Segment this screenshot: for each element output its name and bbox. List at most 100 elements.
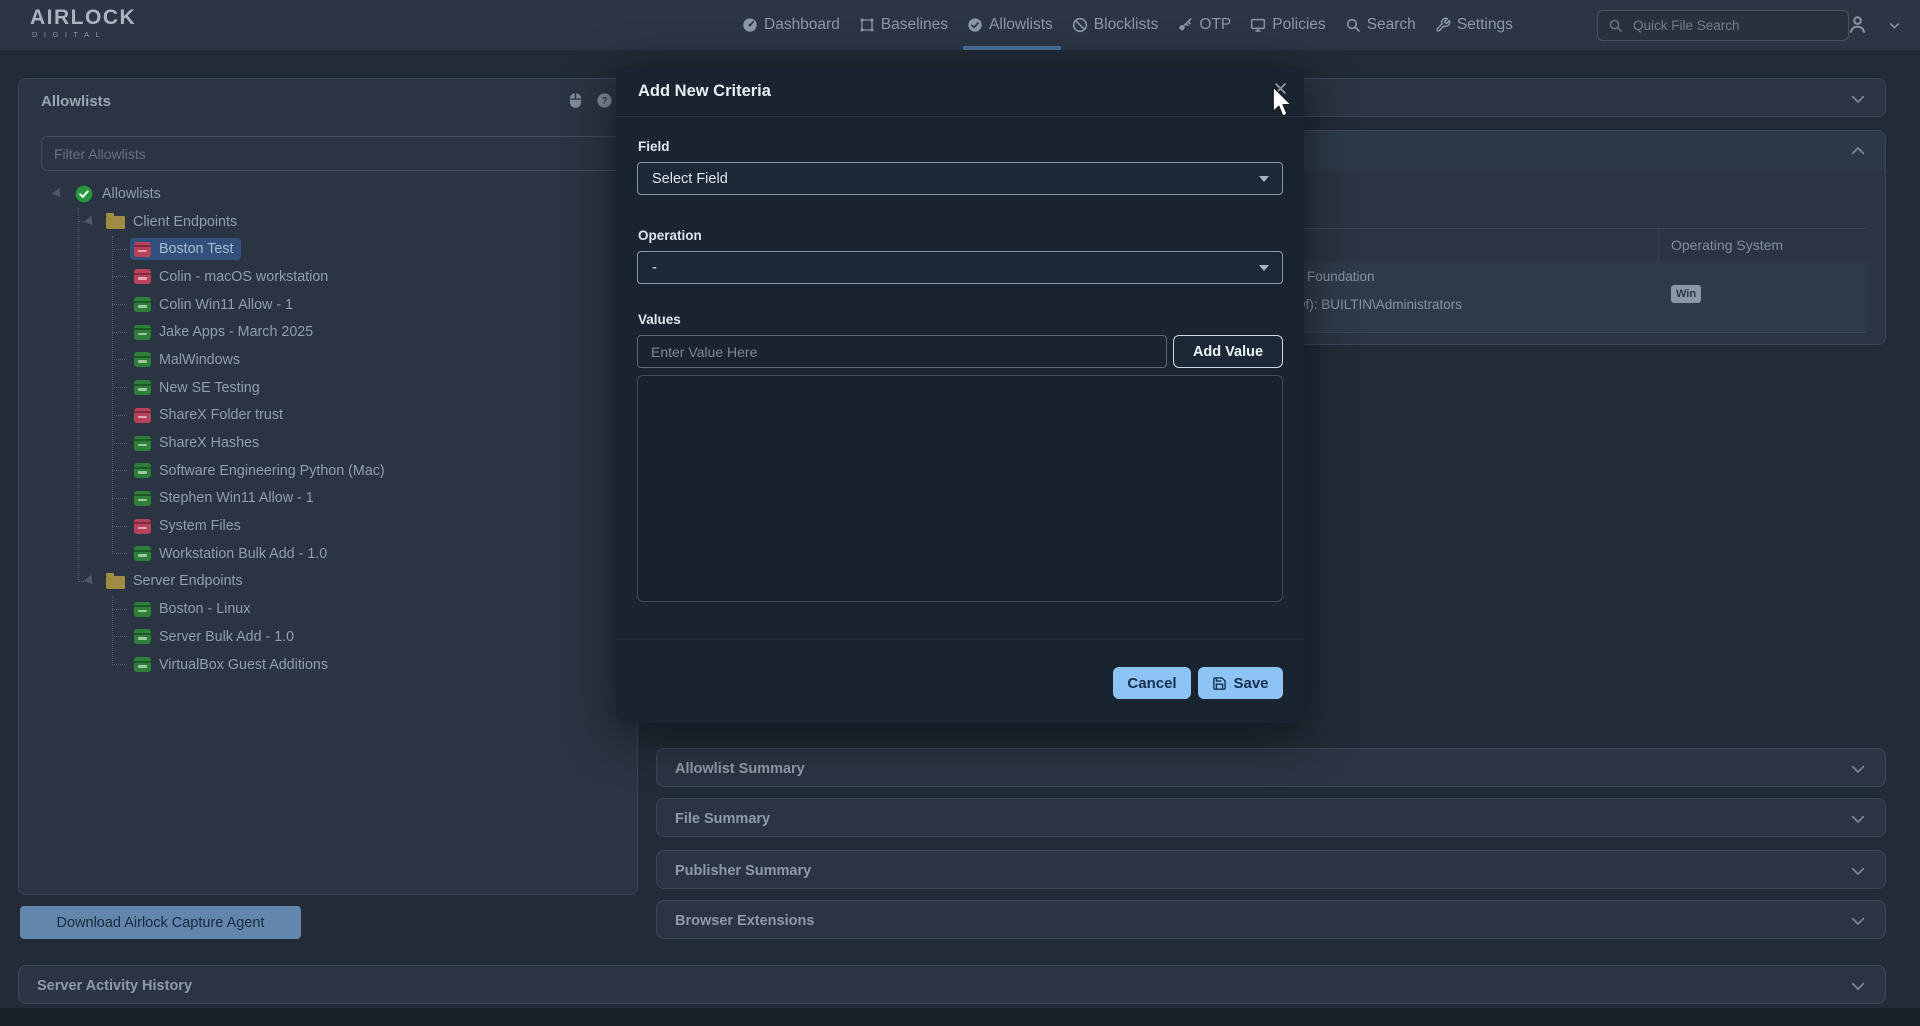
svg-text:?: ? — [602, 96, 608, 106]
add-value-button[interactable]: Add Value — [1173, 335, 1283, 368]
tree-item-label: ShareX Hashes — [159, 435, 259, 451]
os-badge: Win — [1671, 285, 1701, 303]
allowlist-box-icon — [134, 491, 151, 506]
nav-item-label: OTP — [1199, 16, 1231, 34]
nav-item-allowlists[interactable]: Allowlists — [967, 0, 1053, 50]
tree-item-content: ShareX Hashes — [130, 432, 267, 454]
download-capture-agent-button[interactable]: Download Airlock Capture Agent — [20, 906, 301, 939]
accordion-header[interactable]: Publisher Summary — [657, 851, 1885, 890]
tree-item-content: Jake Apps - March 2025 — [130, 321, 321, 343]
nav-item-label: Settings — [1457, 16, 1513, 34]
accordion-header[interactable]: Browser Extensions — [657, 901, 1885, 940]
user-icon[interactable] — [1847, 14, 1868, 40]
chevron-down-icon — [1849, 810, 1867, 828]
modal-header: Add New Criteria — [616, 67, 1304, 117]
allowlists-panel-title: Allowlists — [41, 93, 111, 110]
tree-item-label: Workstation Bulk Add - 1.0 — [159, 546, 327, 562]
allowlists-tree: AllowlistsClient EndpointsBoston TestCol… — [19, 180, 637, 894]
tree-item-label: ShareX Folder trust — [159, 407, 283, 423]
value-input[interactable] — [637, 335, 1167, 368]
allowlists-panel: Allowlists ? Allowlists Client Endpoints B… — [18, 78, 638, 895]
nav-item-label: Search — [1367, 16, 1416, 34]
tree-connector-line — [112, 596, 113, 665]
tree-item-content: System Files — [130, 515, 249, 537]
tree-item-label: Colin Win11 Allow - 1 — [159, 297, 293, 313]
tree-item-content: Boston - Linux — [130, 598, 258, 620]
nav-item-policies[interactable]: Policies — [1250, 0, 1325, 50]
nav-item-settings[interactable]: Settings — [1435, 0, 1513, 50]
tree-item-client-endpoints[interactable]: Client Endpoints — [19, 208, 637, 236]
expander-icon[interactable] — [84, 215, 97, 227]
tree-connector-line — [112, 332, 127, 333]
tree-item-label: VirtualBox Guest Additions — [159, 657, 328, 673]
accordion-publisher-summary[interactable]: Publisher Summary — [656, 850, 1886, 889]
allowlist-box-icon — [134, 352, 151, 367]
tree-connector-line — [112, 553, 127, 554]
wrench-icon — [1435, 17, 1451, 33]
tree-connector-line — [112, 636, 127, 637]
server-activity-history-accordion[interactable]: Server Activity History — [18, 965, 1886, 1004]
caret-down-icon — [1259, 265, 1269, 271]
field-select[interactable]: Select Field — [637, 162, 1283, 195]
chevron-down-icon — [1849, 862, 1867, 880]
save-icon — [1212, 676, 1227, 691]
quick-file-search-input[interactable] — [1631, 17, 1838, 34]
allowlist-box-icon — [134, 297, 151, 312]
tree-connector-line — [112, 415, 127, 416]
quick-file-search[interactable] — [1597, 10, 1849, 41]
mouse-icon[interactable] — [569, 92, 582, 109]
nav-item-label: Baselines — [881, 16, 948, 34]
tree-item-label: Stephen Win11 Allow - 1 — [159, 490, 314, 506]
tree-item-content: Server Endpoints — [102, 570, 251, 592]
baselines-icon — [859, 17, 875, 33]
tree-item-allowlists[interactable]: Allowlists — [19, 180, 637, 208]
nav-item-blocklists[interactable]: Blocklists — [1072, 0, 1159, 50]
accordion-file-summary[interactable]: File Summary — [656, 798, 1886, 837]
allowlist-box-icon — [134, 325, 151, 340]
modal-footer-divider — [616, 639, 1304, 640]
tree-item-label: MalWindows — [159, 352, 240, 368]
user-menu-chevron-icon[interactable] — [1888, 19, 1901, 37]
tree-item-content: ShareX Folder trust — [130, 404, 291, 426]
accordion-allowlist-summary[interactable]: Allowlist Summary — [656, 748, 1886, 787]
check-circle-icon — [967, 17, 983, 33]
tree-connector-line — [112, 359, 127, 360]
tree-item-label: Jake Apps - March 2025 — [159, 324, 313, 340]
allowlist-box-icon — [134, 408, 151, 423]
brand-logo[interactable]: AIRLOCK DIGITAL — [30, 7, 136, 39]
tree-item-label: Allowlists — [102, 186, 161, 202]
close-icon[interactable] — [1273, 81, 1288, 96]
tree-item-content: Software Engineering Python (Mac) — [130, 460, 393, 482]
tree-item-label: Server Endpoints — [133, 573, 243, 589]
tree-connector-line — [112, 470, 127, 471]
accordion-browser-extensions[interactable]: Browser Extensions — [656, 900, 1886, 939]
modal-title: Add New Criteria — [638, 82, 771, 101]
nav-item-otp[interactable]: OTP — [1177, 0, 1231, 50]
expander-icon[interactable] — [52, 188, 65, 200]
save-button[interactable]: Save — [1198, 667, 1283, 699]
operation-select[interactable]: - — [637, 251, 1283, 284]
tree-connector-line — [112, 276, 127, 277]
accordion-header[interactable]: Allowlist Summary — [657, 749, 1885, 788]
nav-item-label: Allowlists — [989, 16, 1053, 34]
nav-item-label: Blocklists — [1094, 16, 1159, 34]
tree-item-server-endpoints[interactable]: Server Endpoints — [19, 568, 637, 596]
expander-icon[interactable] — [84, 575, 97, 587]
allowlist-box-icon — [134, 242, 151, 257]
values-list-box — [637, 375, 1283, 602]
table-cell-text: Of): BUILTIN\Administrators — [1295, 297, 1462, 312]
server-activity-history-header[interactable]: Server Activity History — [19, 966, 1885, 1005]
nav-item-baselines[interactable]: Baselines — [859, 0, 948, 50]
help-icon[interactable]: ? — [596, 92, 613, 109]
cancel-button[interactable]: Cancel — [1113, 667, 1191, 699]
tree-item-content: VirtualBox Guest Additions — [130, 654, 336, 676]
nav-item-search[interactable]: Search — [1345, 0, 1416, 50]
filter-allowlists-input[interactable] — [41, 136, 625, 171]
nav-item-dashboard[interactable]: Dashboard — [742, 0, 840, 50]
tree-connector-line — [112, 387, 127, 388]
accordion-header[interactable]: File Summary — [657, 799, 1885, 838]
tree-item-content: Client Endpoints — [102, 211, 245, 233]
tree-connector-line — [112, 609, 127, 610]
check-circle-icon — [74, 184, 94, 204]
brand-sub: DIGITAL — [30, 30, 136, 39]
